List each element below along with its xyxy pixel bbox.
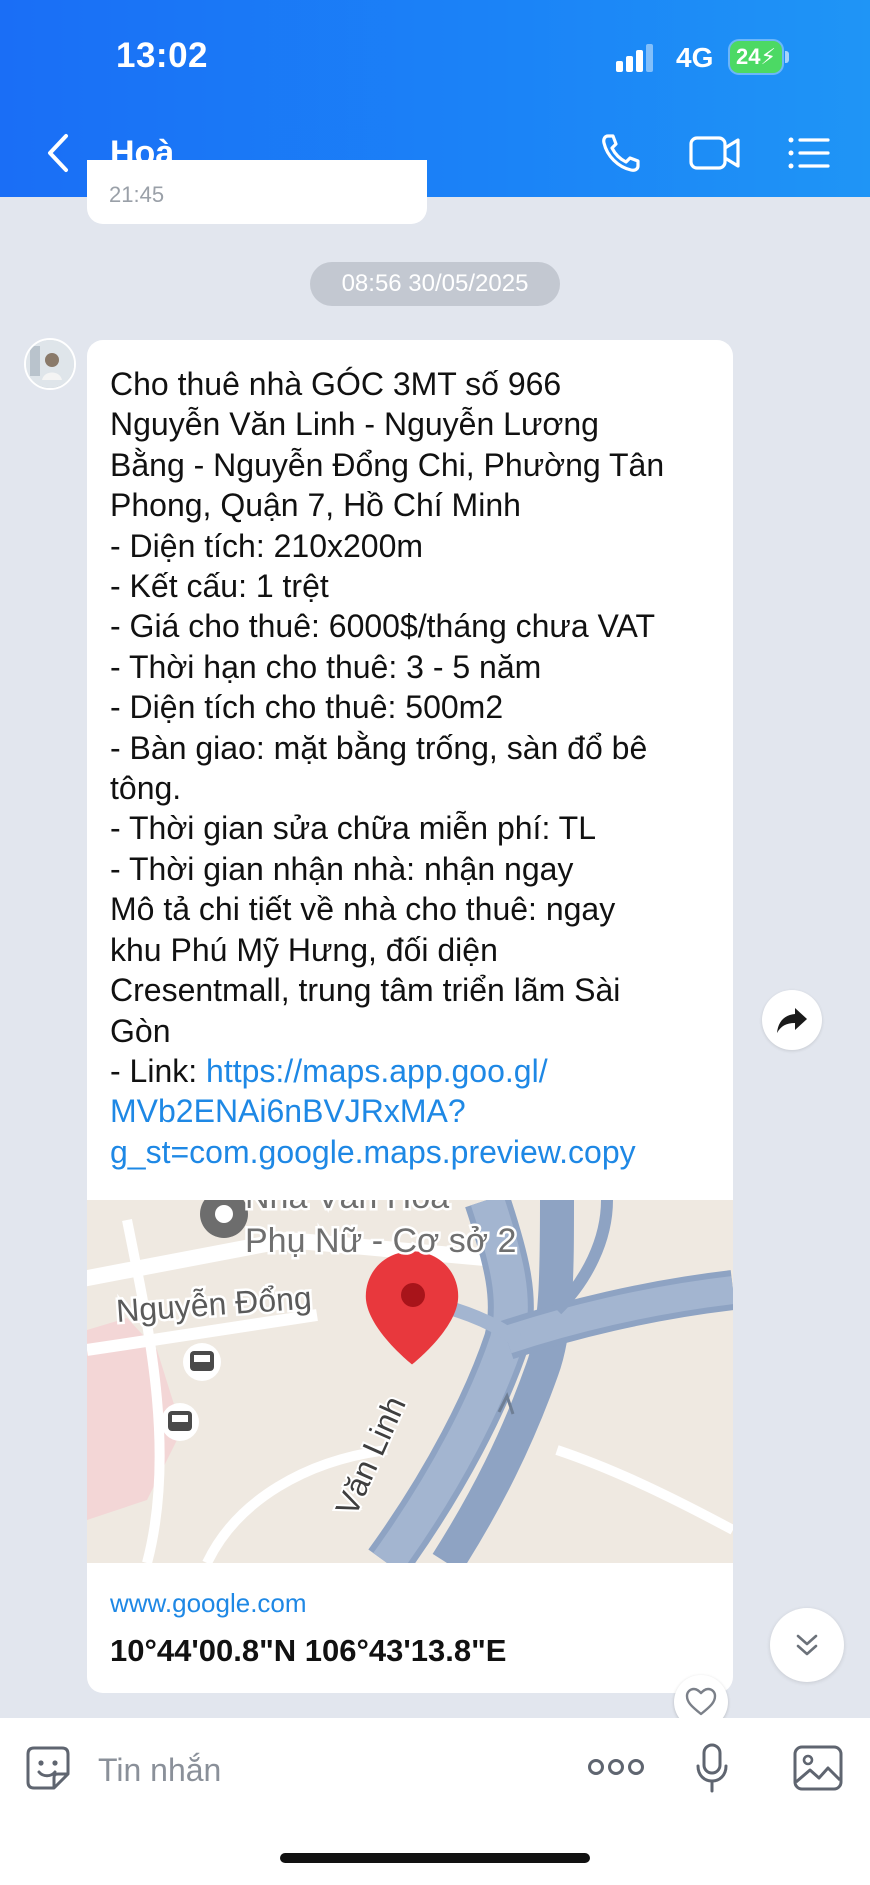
message-line: - Diện tích: 210x200m <box>110 527 424 564</box>
back-icon[interactable] <box>40 130 76 176</box>
message-line: khu Phú Mỹ Hưng, đối diện <box>110 931 498 968</box>
scroll-down-button[interactable] <box>770 1608 844 1682</box>
sticker-icon[interactable] <box>24 1744 72 1792</box>
network-label: 4G <box>676 42 714 73</box>
message-line: - Kết cấu: 1 trệt <box>110 568 329 605</box>
battery-cap <box>785 51 789 63</box>
map-label-place: Nhà Văn Hoá <box>245 1200 449 1216</box>
avatar[interactable] <box>24 338 76 390</box>
message-line: Cresentmall, trung tâm triển lãm Sài <box>110 972 621 1009</box>
phone-icon[interactable] <box>598 130 648 176</box>
maps-link[interactable]: https://maps.app.goo.gl/ <box>206 1053 548 1089</box>
previous-message-bubble[interactable]: 21:45 <box>87 160 427 224</box>
map-image: Nhà Văn Hoá Phụ Nữ - Cơ sở 2 Nguyễn Đổng… <box>87 1200 733 1563</box>
link-line: - Link: https://maps.app.goo.gl/ <box>110 1051 716 1091</box>
link-prefix: - Link: <box>110 1052 207 1089</box>
message-line: - Thời gian nhận nhà: nhận ngay <box>110 850 574 887</box>
message-text: Cho thuê nhà GÓC 3MT số 966 Nguyễn Văn L… <box>110 364 716 1172</box>
map-preview[interactable]: Nhà Văn Hoá Phụ Nữ - Cơ sở 2 Nguyễn Đổng… <box>87 1200 733 1563</box>
maps-link-continued[interactable]: g_st=com.google.maps.preview.copy <box>110 1132 716 1172</box>
image-icon[interactable] <box>792 1744 844 1792</box>
message-line: - Thời hạn cho thuê: 3 - 5 năm <box>110 648 542 685</box>
bus-stop-icon <box>183 1343 221 1381</box>
message-line: Gòn <box>110 1012 171 1049</box>
previous-message-time: 21:45 <box>109 182 165 207</box>
link-preview-domain[interactable]: www.google.com <box>110 1588 307 1619</box>
battery-level: 24 <box>736 44 761 69</box>
bus-stop-icon <box>161 1403 199 1441</box>
message-line: - Diện tích cho thuê: 500m2 <box>110 689 504 726</box>
message-bubble[interactable]: Cho thuê nhà GÓC 3MT số 966 Nguyễn Văn L… <box>87 340 733 1693</box>
link-preview-title[interactable]: 10°44'00.8"N 106°43'13.8"E <box>110 1633 506 1669</box>
message-line: Phong, Quận 7, Hồ Chí Minh <box>110 487 521 524</box>
chevron-double-down-icon <box>796 1634 818 1656</box>
home-indicator <box>280 1853 590 1863</box>
more-options-icon[interactable] <box>586 1752 646 1782</box>
message-line: - Bàn giao: mặt bằng trống, sàn đổ bê <box>110 729 648 766</box>
menu-list-icon[interactable] <box>786 130 836 176</box>
status-time: 13:02 <box>116 36 209 75</box>
date-separator: 08:56 30/05/2025 <box>310 262 560 306</box>
message-line: Mô tả chi tiết về nhà cho thuê: ngay <box>110 891 616 928</box>
message-line: tông. <box>110 770 182 807</box>
message-line: - Giá cho thuê: 6000$/tháng chưa VAT <box>110 608 656 645</box>
message-line: Nguyễn Văn Linh - Nguyễn Lương <box>110 406 599 443</box>
video-call-icon[interactable] <box>688 130 744 176</box>
share-button[interactable] <box>762 990 822 1050</box>
share-icon <box>777 1008 807 1033</box>
message-line: - Thời gian sửa chữa miễn phí: TL <box>110 810 596 847</box>
message-input[interactable] <box>96 1744 560 1796</box>
microphone-icon[interactable] <box>694 1742 730 1794</box>
battery-indicator: 24⚡ <box>730 41 782 73</box>
maps-link-continued[interactable]: MVb2ENAi6nBVJRxMA? <box>110 1091 716 1131</box>
message-line: Cho thuê nhà GÓC 3MT số 966 <box>110 366 562 402</box>
message-line: Bằng - Nguyễn Đổng Chi, Phường Tân <box>110 446 665 483</box>
signal-icon <box>616 44 653 72</box>
map-label-place: Phụ Nữ - Cơ sở 2 <box>245 1222 516 1260</box>
